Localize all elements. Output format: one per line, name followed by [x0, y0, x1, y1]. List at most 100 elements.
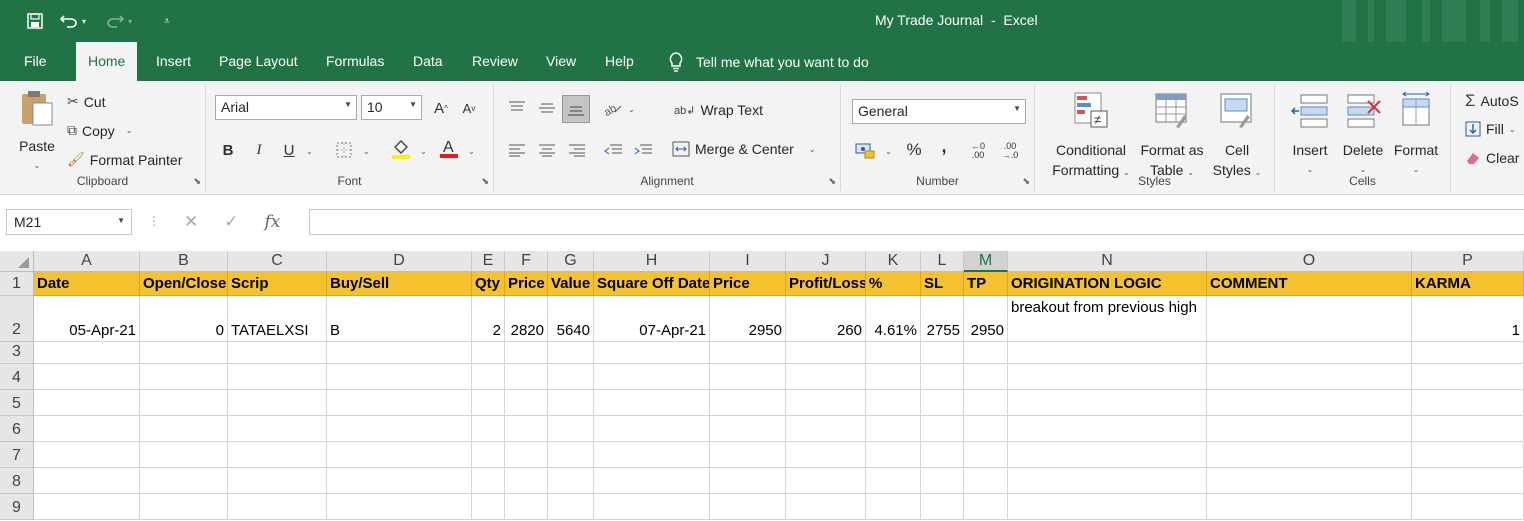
copy-button[interactable]: ⧉ Copy ⌄: [67, 122, 132, 139]
cell-o5[interactable]: [1207, 390, 1412, 416]
cell-h8[interactable]: [594, 468, 710, 494]
row-header-1[interactable]: 1: [0, 272, 34, 296]
cell-b2[interactable]: 0: [140, 296, 228, 342]
cell-l7[interactable]: [921, 442, 964, 468]
insert-cells-button[interactable]: Insert ⌄: [1283, 91, 1337, 180]
cell-i5[interactable]: [710, 390, 786, 416]
accounting-format-icon[interactable]: [854, 139, 876, 161]
cell-c7[interactable]: [228, 442, 327, 468]
italic-button[interactable]: I: [248, 139, 270, 161]
formula-input[interactable]: [309, 209, 1524, 235]
cell-e3[interactable]: [472, 342, 505, 364]
cell-i1[interactable]: Price: [710, 272, 786, 296]
cell-m7[interactable]: [964, 442, 1008, 468]
cell-o4[interactable]: [1207, 364, 1412, 390]
column-header-n[interactable]: N: [1008, 251, 1207, 272]
cell-j5[interactable]: [786, 390, 866, 416]
cell-i7[interactable]: [710, 442, 786, 468]
cell-k3[interactable]: [866, 342, 921, 364]
tab-help[interactable]: Help: [593, 42, 646, 81]
cell-g3[interactable]: [548, 342, 594, 364]
cell-j7[interactable]: [786, 442, 866, 468]
cell-g1[interactable]: Value: [548, 272, 594, 296]
cell-b5[interactable]: [140, 390, 228, 416]
cell-l1[interactable]: SL: [921, 272, 964, 296]
cell-m9[interactable]: [964, 494, 1008, 520]
cell-d3[interactable]: [327, 342, 472, 364]
tab-review[interactable]: Review: [460, 42, 530, 81]
cell-g2[interactable]: 5640: [548, 296, 594, 342]
cell-e9[interactable]: [472, 494, 505, 520]
cell-p8[interactable]: [1412, 468, 1524, 494]
column-header-b[interactable]: B: [140, 251, 228, 272]
number-format-combo[interactable]: General ▼: [852, 99, 1026, 124]
cell-n2[interactable]: breakout from previous high: [1008, 296, 1207, 342]
cell-a3[interactable]: [34, 342, 140, 364]
cell-c8[interactable]: [228, 468, 327, 494]
format-cells-button[interactable]: Format ⌄: [1389, 91, 1443, 180]
cell-i3[interactable]: [710, 342, 786, 364]
row-header-2[interactable]: 2: [0, 296, 34, 342]
cell-f1[interactable]: Price: [505, 272, 548, 296]
column-header-l[interactable]: L: [921, 251, 964, 272]
cut-button[interactable]: ✂ Cut: [67, 93, 106, 110]
cell-g7[interactable]: [548, 442, 594, 468]
borders-icon[interactable]: [333, 139, 355, 161]
underline-dropdown-icon[interactable]: ⌄: [306, 147, 313, 156]
cell-g5[interactable]: [548, 390, 594, 416]
cell-f7[interactable]: [505, 442, 548, 468]
cell-h1[interactable]: Square Off Date: [594, 272, 710, 296]
undo-dropdown-icon[interactable]: ▾: [82, 17, 94, 26]
paste-dropdown-icon[interactable]: ⌄: [14, 156, 60, 176]
cell-b3[interactable]: [140, 342, 228, 364]
cell-k9[interactable]: [866, 494, 921, 520]
tab-data[interactable]: Data: [401, 42, 455, 81]
fill-button[interactable]: Fill ⌄: [1465, 121, 1516, 137]
cell-a1[interactable]: Date: [34, 272, 140, 296]
cell-m4[interactable]: [964, 364, 1008, 390]
cell-p7[interactable]: [1412, 442, 1524, 468]
cell-b9[interactable]: [140, 494, 228, 520]
comma-style-button[interactable]: ,: [933, 135, 955, 157]
tab-insert[interactable]: Insert: [144, 42, 203, 81]
decrease-decimal-icon[interactable]: .00 →.0: [999, 140, 1021, 162]
cell-f8[interactable]: [505, 468, 548, 494]
cell-l6[interactable]: [921, 416, 964, 442]
cell-i4[interactable]: [710, 364, 786, 390]
cell-b4[interactable]: [140, 364, 228, 390]
column-header-i[interactable]: I: [710, 251, 786, 272]
cell-k5[interactable]: [866, 390, 921, 416]
cell-a9[interactable]: [34, 494, 140, 520]
cell-h9[interactable]: [594, 494, 710, 520]
cell-h5[interactable]: [594, 390, 710, 416]
cell-o3[interactable]: [1207, 342, 1412, 364]
cell-d7[interactable]: [327, 442, 472, 468]
cell-p3[interactable]: [1412, 342, 1524, 364]
cell-o7[interactable]: [1207, 442, 1412, 468]
orientation-icon[interactable]: ab: [602, 97, 624, 119]
cell-o1[interactable]: COMMENT: [1207, 272, 1412, 296]
cell-j3[interactable]: [786, 342, 866, 364]
cell-c6[interactable]: [228, 416, 327, 442]
font-size-combo[interactable]: 10 ▼: [361, 95, 422, 120]
row-header-4[interactable]: 4: [0, 364, 34, 390]
cell-b8[interactable]: [140, 468, 228, 494]
cell-l8[interactable]: [921, 468, 964, 494]
cell-n3[interactable]: [1008, 342, 1207, 364]
cell-h7[interactable]: [594, 442, 710, 468]
cell-d9[interactable]: [327, 494, 472, 520]
tab-file[interactable]: File: [12, 42, 59, 81]
select-all-button[interactable]: [0, 251, 34, 272]
cell-n9[interactable]: [1008, 494, 1207, 520]
cell-n1[interactable]: ORIGINATION LOGIC: [1008, 272, 1207, 296]
enter-icon[interactable]: ✓: [224, 212, 238, 232]
undo-icon[interactable]: [56, 10, 82, 32]
cell-p1[interactable]: KARMA: [1412, 272, 1524, 296]
customize-toolbar-icon[interactable]: ⩡: [154, 10, 180, 32]
conditional-formatting-button[interactable]: ≠ Conditional Formatting ⌄: [1045, 91, 1137, 183]
cell-l2[interactable]: 2755: [921, 296, 964, 342]
tab-page-layout[interactable]: Page Layout: [207, 42, 310, 81]
cell-a5[interactable]: [34, 390, 140, 416]
cell-o9[interactable]: [1207, 494, 1412, 520]
cell-k6[interactable]: [866, 416, 921, 442]
